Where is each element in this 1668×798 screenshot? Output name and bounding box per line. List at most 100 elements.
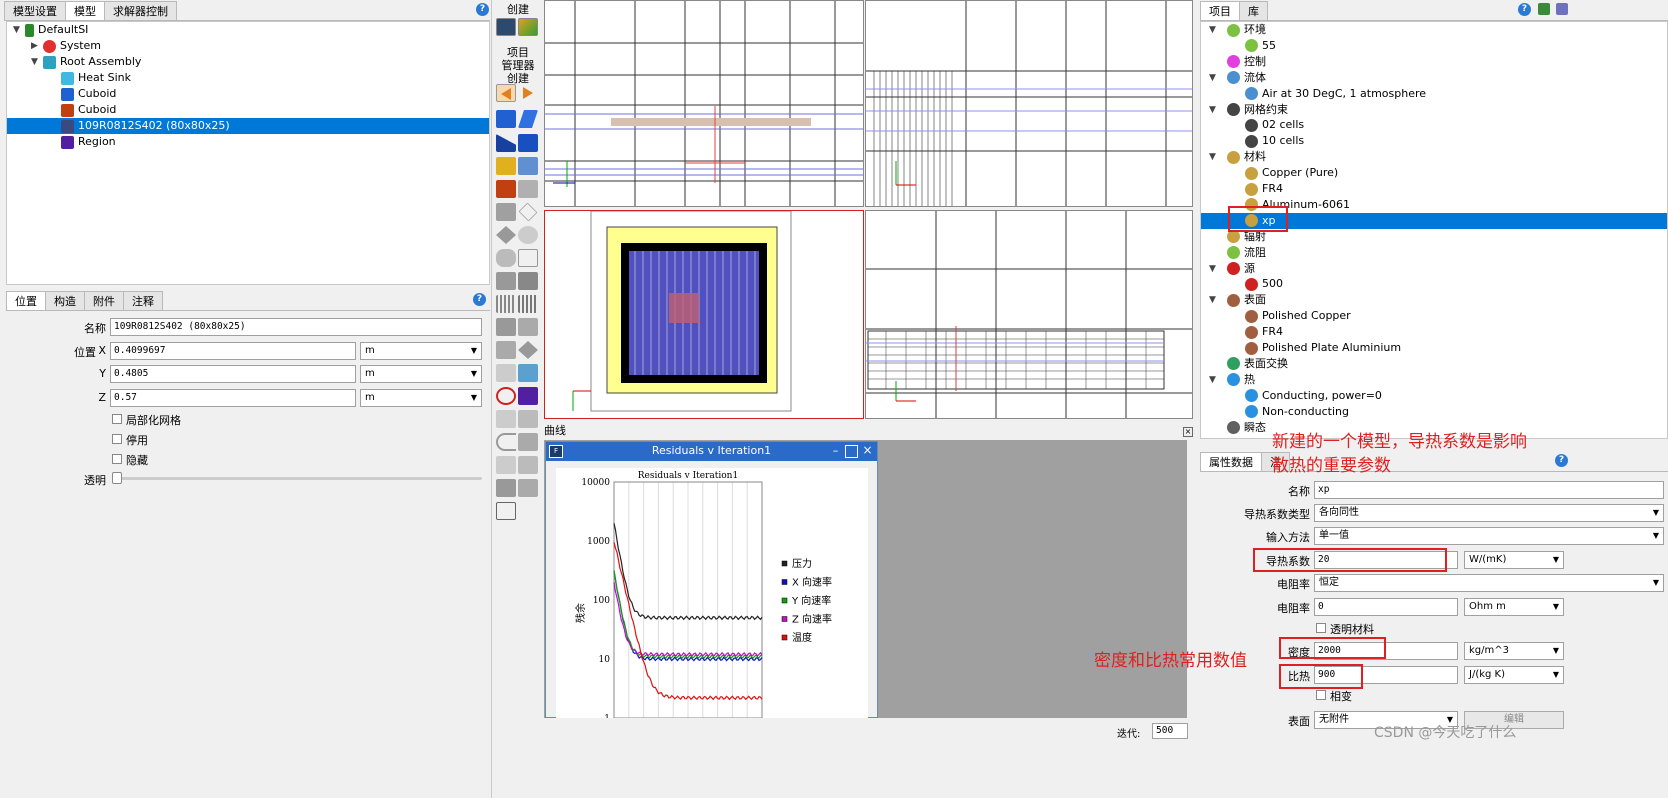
viewport-bottom-right[interactable] — [865, 210, 1193, 419]
project-tree-item[interactable]: 瞬态 — [1227, 420, 1266, 436]
name-field[interactable]: 109R0812S402 (80x80x25) — [110, 318, 482, 336]
local-mesh-checkbox[interactable] — [112, 414, 122, 424]
residuals-window-titlebar[interactable]: F Residuals v Iteration1 – × — [546, 442, 877, 461]
viewport-bottom-left[interactable] — [544, 210, 864, 419]
chart-icon[interactable] — [496, 18, 516, 36]
layer-icon[interactable] — [518, 456, 538, 474]
resistivity-select[interactable]: 恒定 ▼ — [1314, 574, 1664, 592]
curve-icon[interactable] — [496, 433, 516, 451]
x-unit-select[interactable]: m ▼ — [360, 342, 482, 360]
transparency-slider-handle[interactable] — [112, 472, 122, 484]
project-tree-item[interactable]: 500 — [1245, 276, 1283, 292]
k-unit-select[interactable]: W/(mK) ▼ — [1464, 551, 1564, 569]
maximize-icon[interactable] — [845, 445, 858, 458]
expand-arrow-icon[interactable]: ▼ — [1209, 295, 1216, 305]
filter-icon[interactable] — [518, 341, 538, 359]
tab-solver-control[interactable]: 求解器控制 — [104, 1, 177, 20]
expand-arrow-icon[interactable]: ▼ — [1209, 73, 1216, 83]
project-tree-item[interactable]: 流阻 — [1227, 245, 1266, 261]
frame-icon[interactable] — [496, 502, 516, 520]
source-block-icon[interactable] — [496, 157, 516, 175]
plate-icon[interactable] — [496, 226, 516, 244]
wedge-icon[interactable] — [496, 134, 516, 152]
viewport-top-right[interactable] — [865, 0, 1193, 207]
tab-attr-data[interactable]: 属性数据 — [1200, 452, 1262, 471]
grille-icon[interactable] — [496, 364, 516, 382]
cutplane-icon[interactable] — [496, 410, 516, 428]
square-icon[interactable] — [518, 249, 538, 267]
help-icon[interactable]: ? — [473, 293, 486, 306]
viewport-top-left[interactable] — [544, 0, 864, 207]
minimize-icon[interactable]: – — [829, 445, 842, 458]
cylinder-icon[interactable] — [518, 226, 538, 244]
graph-icon[interactable] — [518, 18, 538, 36]
project-tree-item[interactable]: 材料 — [1227, 149, 1266, 165]
expand-arrow-icon[interactable]: ▼ — [1209, 105, 1216, 115]
heatpipe-icon[interactable] — [496, 318, 516, 336]
heatsink2-icon[interactable] — [518, 295, 538, 313]
tree-item-root-assembly[interactable]: Root Assembly — [43, 54, 141, 70]
tree-item-heat-sink[interactable]: Heat Sink — [61, 70, 131, 86]
resistivity-unit-select[interactable]: Ohm m ▼ — [1464, 598, 1564, 616]
tab-construction[interactable]: 构造 — [45, 291, 85, 310]
settings-icon[interactable] — [1556, 3, 1568, 15]
project-tree-item[interactable]: Air at 30 DegC, 1 atmosphere — [1245, 86, 1426, 102]
project-tree-item[interactable]: 环境 — [1227, 22, 1266, 38]
expand-arrow-icon[interactable]: ▼ — [1209, 152, 1216, 162]
network-icon[interactable] — [1538, 3, 1550, 15]
transparency-slider[interactable] — [112, 477, 482, 480]
prism-icon[interactable] — [518, 110, 538, 128]
diamond-icon[interactable] — [518, 202, 538, 222]
close-icon[interactable]: × — [1183, 427, 1193, 437]
tec-icon[interactable] — [518, 318, 538, 336]
tab-position[interactable]: 位置 — [6, 291, 46, 310]
monitor-icon[interactable] — [518, 364, 538, 382]
transparent-material-checkbox[interactable] — [1316, 623, 1326, 633]
help-icon[interactable]: ? — [1518, 3, 1531, 16]
tool-icon[interactable] — [518, 433, 538, 451]
fan-icon[interactable] — [496, 272, 516, 290]
tree-item-cuboid-2[interactable]: Cuboid — [61, 102, 116, 118]
phase-change-checkbox[interactable] — [1316, 690, 1326, 700]
block-icon[interactable] — [518, 134, 538, 152]
density-unit-select[interactable]: kg/m^3 ▼ — [1464, 642, 1564, 660]
project-tree-item[interactable]: 热 — [1227, 372, 1255, 388]
project-tree-item[interactable]: 10 cells — [1245, 133, 1304, 149]
tree-item-cuboid-1[interactable]: Cuboid — [61, 86, 116, 102]
cuboid-icon[interactable] — [496, 110, 516, 128]
part-icon[interactable] — [518, 180, 538, 198]
z-unit-select[interactable]: m ▼ — [360, 389, 482, 407]
z-field[interactable]: 0.57 — [110, 389, 356, 407]
expand-arrow-icon[interactable]: ▼ — [1209, 25, 1216, 35]
monitor-point-icon[interactable] — [496, 387, 516, 405]
disable-checkbox[interactable] — [112, 434, 122, 444]
arrow-left-icon[interactable] — [496, 84, 516, 102]
project-tree-item[interactable]: 表面 — [1227, 292, 1266, 308]
project-tree-item[interactable]: 源 — [1227, 261, 1255, 277]
project-tree-item[interactable]: 流体 — [1227, 70, 1266, 86]
tab-model[interactable]: 模型 — [65, 1, 105, 20]
project-tree-item[interactable]: FR4 — [1245, 181, 1283, 197]
project-tree-item[interactable]: Copper (Pure) — [1245, 165, 1338, 181]
tree-item-selected[interactable]: 109R0812S402 (80x80x25) — [7, 118, 489, 134]
tab-notes[interactable]: 注释 — [123, 291, 163, 310]
project-tree-item[interactable]: Conducting, power=0 — [1245, 388, 1382, 404]
project-tree-item[interactable]: 控制 — [1227, 54, 1266, 70]
tube-icon[interactable] — [496, 249, 516, 267]
heatsink-icon[interactable] — [496, 295, 516, 313]
resistance-icon[interactable] — [496, 180, 516, 198]
expand-arrow-icon[interactable]: ▼ — [1209, 264, 1216, 274]
project-tree-item[interactable]: 网格约束 — [1227, 102, 1288, 118]
tab-attachment[interactable]: 附件 — [84, 291, 124, 310]
project-tree-item[interactable]: Non-conducting — [1245, 404, 1349, 420]
project-tree-item[interactable]: Polished Plate Aluminium — [1245, 340, 1401, 356]
tree-item-region[interactable]: Region — [61, 134, 116, 150]
vertical-scrollbar[interactable] — [1187, 440, 1195, 718]
region-icon[interactable] — [518, 387, 538, 405]
project-tree-item[interactable]: Polished Copper — [1245, 308, 1351, 324]
x-field[interactable]: 0.4099697 — [110, 342, 356, 360]
attr-name-field[interactable]: xp — [1314, 481, 1664, 499]
specific-heat-unit-select[interactable]: J/(kg K) ▼ — [1464, 666, 1564, 684]
project-tree-item[interactable]: FR4 — [1245, 324, 1283, 340]
pcb-icon[interactable] — [496, 203, 516, 221]
